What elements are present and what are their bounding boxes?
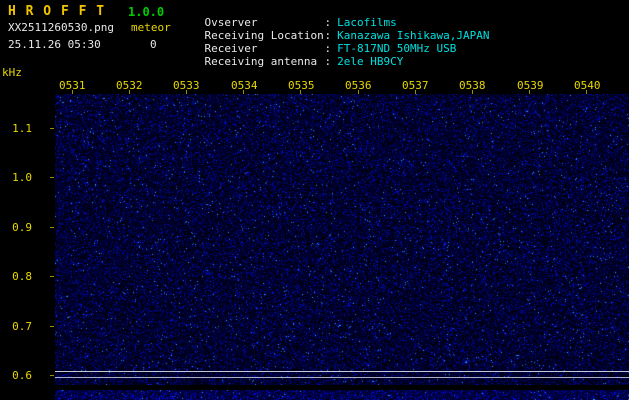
info-value: 2ele HB9CY [337,55,403,68]
freq-tick-label: 0.9 [8,221,32,234]
time-axis-tick [243,90,244,94]
mode-label: meteor [131,21,171,34]
time-axis-tick [186,90,187,94]
freq-tick-label: 0.6 [8,369,32,382]
time-axis-tick [129,90,130,94]
reference-line-lower [55,377,629,378]
time-tick-label: 0539 [517,79,544,92]
freq-tick-label: 1.1 [8,122,32,135]
time-axis-tick [300,90,301,94]
time-axis-tick [472,90,473,94]
level-strip-canvas [55,390,629,400]
time-axis-tick [529,90,530,94]
time-axis-tick [358,90,359,94]
time-tick-label: 0534 [231,79,258,92]
freq-tick-label: 0.7 [8,320,32,333]
app-version: 1.0.0 [128,5,164,19]
hrofft-window: H R O F F T 1.0.0 XX2511260530.png meteo… [0,0,629,400]
time-tick-label: 0535 [288,79,315,92]
info-row-antenna: Receiving antenna:2ele HB9CY [178,42,403,81]
freq-axis-tick [50,227,54,228]
info-label: Receiving antenna [205,55,325,68]
meteor-count: 0 [150,38,157,51]
info-colon: : [325,55,332,68]
freq-unit-label: kHz [2,66,22,79]
freq-axis-tick [50,276,54,277]
freq-axis-tick [50,177,54,178]
freq-axis-tick [50,326,54,327]
freq-tick-label: 1.0 [8,171,32,184]
freq-axis-tick [50,128,54,129]
spectrogram-canvas [55,94,629,385]
time-axis-tick [586,90,587,94]
freq-axis-tick [50,375,54,376]
app-title: H R O F F T [8,4,105,19]
time-axis-tick [415,90,416,94]
reference-line-upper [55,371,629,372]
capture-datetime: 25.11.26 05:30 [8,38,101,51]
time-tick-label: 0540 [574,79,601,92]
output-filename: XX2511260530.png [8,21,114,34]
time-axis-tick [72,90,73,94]
freq-tick-label: 0.8 [8,270,32,283]
